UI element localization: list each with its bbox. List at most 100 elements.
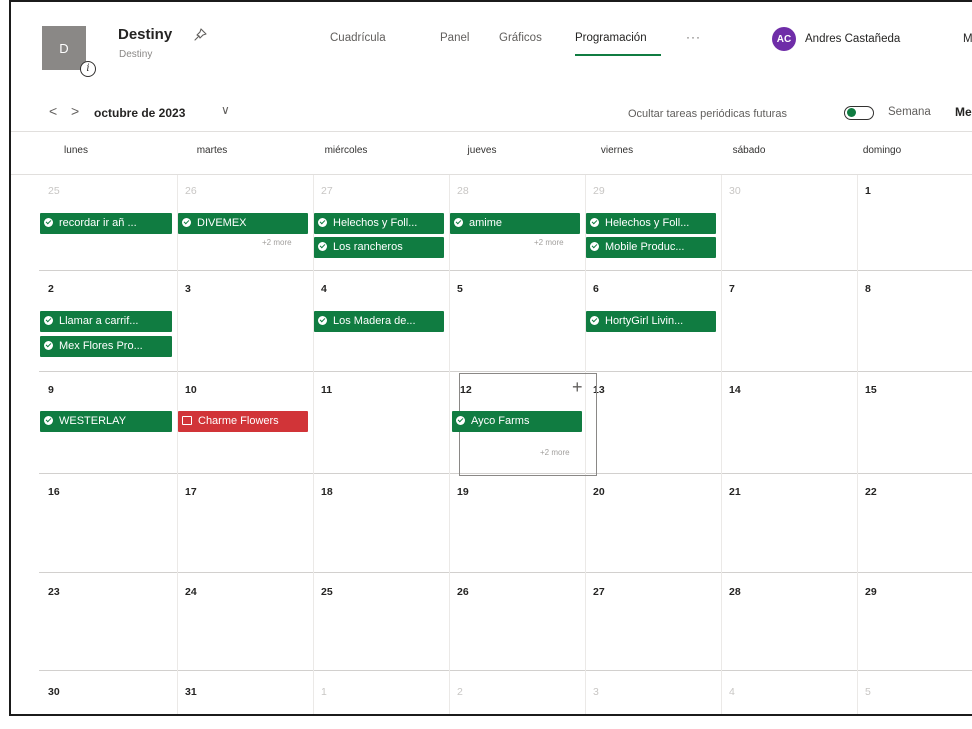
day-number[interactable]: 26 <box>185 185 197 197</box>
pin-icon[interactable] <box>192 27 208 43</box>
day-number[interactable]: 4 <box>321 283 327 295</box>
day-number[interactable]: 3 <box>593 686 599 698</box>
day-number[interactable]: 23 <box>48 586 60 598</box>
more-tasks-link[interactable]: +2 more <box>262 238 292 247</box>
task-card[interactable]: recordar ir añ ... <box>40 213 172 234</box>
weekday-thursday: jueves <box>467 145 497 156</box>
next-month-button[interactable]: > <box>71 103 79 119</box>
day-number[interactable]: 19 <box>457 486 469 498</box>
day-number[interactable]: 17 <box>185 486 197 498</box>
day-number[interactable]: 31 <box>185 686 197 698</box>
check-circle-icon[interactable] <box>456 416 465 425</box>
tab-grid[interactable]: Cuadrícula <box>330 32 386 44</box>
day-number[interactable]: 2 <box>457 686 463 698</box>
column-divider <box>449 175 450 714</box>
check-circle-icon[interactable] <box>318 218 327 227</box>
chevron-down-icon[interactable]: ∨ <box>221 103 230 117</box>
task-card[interactable]: Los rancheros <box>314 237 444 258</box>
column-divider <box>177 175 178 714</box>
task-card[interactable]: HortyGirl Livin... <box>586 311 716 332</box>
user-avatar[interactable]: AC <box>772 27 796 51</box>
day-number[interactable]: 15 <box>865 384 877 396</box>
day-number[interactable]: 6 <box>593 283 599 295</box>
day-number[interactable]: 22 <box>865 486 877 498</box>
hide-future-tasks-toggle[interactable] <box>844 106 874 120</box>
task-card[interactable]: Mex Flores Pro... <box>40 336 172 357</box>
day-number[interactable]: 7 <box>729 283 735 295</box>
day-number[interactable]: 21 <box>729 486 741 498</box>
task-title: Helechos y Foll... <box>333 217 418 229</box>
task-card[interactable]: WESTERLAY <box>40 411 172 432</box>
check-circle-icon[interactable] <box>454 218 463 227</box>
day-number[interactable]: 1 <box>865 185 871 197</box>
task-card[interactable]: Mobile Produc... <box>586 237 716 258</box>
day-number[interactable]: 4 <box>729 686 735 698</box>
task-card[interactable]: Helechos y Foll... <box>586 213 716 234</box>
weekday-friday: viernes <box>600 145 634 156</box>
task-card[interactable]: amime <box>450 213 580 234</box>
day-number[interactable]: 20 <box>593 486 605 498</box>
plan-avatar[interactable]: D <box>42 26 86 70</box>
day-number[interactable]: 10 <box>185 384 197 396</box>
day-number[interactable]: 26 <box>457 586 469 598</box>
check-circle-icon[interactable] <box>182 218 191 227</box>
task-card[interactable]: Llamar a carrif... <box>40 311 172 332</box>
hide-future-tasks-label: Ocultar tareas periódicas futuras <box>628 108 787 120</box>
day-number[interactable]: 1 <box>321 686 327 698</box>
day-number[interactable]: 2 <box>48 283 54 295</box>
task-title: DIVEMEX <box>197 217 247 229</box>
week-divider <box>39 572 972 573</box>
task-title: Mex Flores Pro... <box>59 340 143 352</box>
more-tabs-button[interactable]: ··· <box>686 30 701 44</box>
day-number[interactable]: 16 <box>48 486 60 498</box>
add-task-plus-icon[interactable]: + <box>572 378 583 396</box>
tab-schedule[interactable]: Programación <box>575 32 647 44</box>
day-number[interactable]: 27 <box>321 185 333 197</box>
day-number[interactable]: 5 <box>865 686 871 698</box>
task-card[interactable]: DIVEMEX <box>178 213 308 234</box>
day-number[interactable]: 9 <box>48 384 54 396</box>
week-view-button[interactable]: Semana <box>888 106 931 118</box>
day-number[interactable]: 30 <box>729 185 741 197</box>
check-circle-icon[interactable] <box>590 242 599 251</box>
truncated-header-item[interactable]: M <box>963 33 972 45</box>
month-view-button[interactable]: Me <box>955 105 972 119</box>
more-tasks-link[interactable]: +2 more <box>534 238 564 247</box>
check-circle-icon[interactable] <box>44 341 53 350</box>
more-tasks-link[interactable]: +2 more <box>540 448 570 457</box>
day-number[interactable]: 11 <box>321 384 332 396</box>
check-circle-icon[interactable] <box>590 316 599 325</box>
day-number[interactable]: 27 <box>593 586 605 598</box>
day-number[interactable]: 24 <box>185 586 197 598</box>
check-circle-icon[interactable] <box>44 416 53 425</box>
check-circle-icon[interactable] <box>44 316 53 325</box>
task-card[interactable]: Helechos y Foll... <box>314 213 444 234</box>
day-number[interactable]: 28 <box>457 185 469 197</box>
day-number[interactable]: 28 <box>729 586 741 598</box>
week-divider <box>39 371 972 372</box>
tab-board[interactable]: Panel <box>440 32 469 44</box>
day-number[interactable]: 29 <box>865 586 877 598</box>
check-circle-icon[interactable] <box>318 316 327 325</box>
month-label[interactable]: octubre de 2023 <box>94 106 185 120</box>
tab-charts[interactable]: Gráficos <box>499 32 542 44</box>
day-number[interactable]: 5 <box>457 283 463 295</box>
check-circle-icon[interactable] <box>44 218 53 227</box>
day-number[interactable]: 25 <box>48 185 60 197</box>
day-number[interactable]: 30 <box>48 686 60 698</box>
day-number[interactable]: 29 <box>593 185 605 197</box>
day-number[interactable]: 14 <box>729 384 741 396</box>
task-title: amime <box>469 217 503 229</box>
plan-title: Destiny <box>118 26 173 43</box>
task-card[interactable]: Ayco Farms <box>452 411 582 432</box>
check-circle-icon[interactable] <box>318 242 327 251</box>
previous-month-button[interactable]: < <box>49 103 57 119</box>
task-card-overdue[interactable]: Charme Flowers <box>178 411 308 432</box>
check-circle-icon[interactable] <box>590 218 599 227</box>
info-icon[interactable]: i <box>80 61 96 77</box>
day-number[interactable]: 18 <box>321 486 333 498</box>
task-card[interactable]: Los Madera de... <box>314 311 444 332</box>
day-number[interactable]: 8 <box>865 283 871 295</box>
day-number[interactable]: 25 <box>321 586 333 598</box>
day-number[interactable]: 3 <box>185 283 191 295</box>
